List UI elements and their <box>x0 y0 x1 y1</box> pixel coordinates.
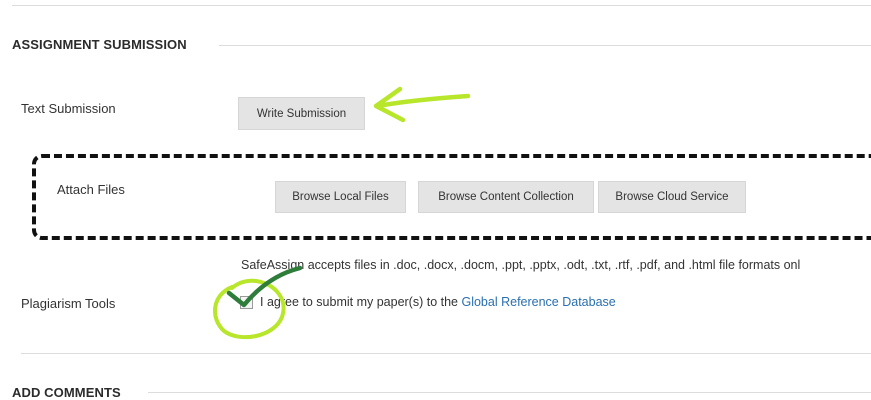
agree-statement: I agree to submit my paper(s) to the Glo… <box>260 295 616 309</box>
assignment-submission-heading: ASSIGNMENT SUBMISSION <box>12 37 187 52</box>
top-divider <box>12 5 871 6</box>
safeassign-file-formats-note: SafeAssign accepts files in .doc, .docx,… <box>241 258 801 272</box>
global-reference-database-link[interactable]: Global Reference Database <box>461 295 615 309</box>
plagiarism-tools-label: Plagiarism Tools <box>21 296 116 311</box>
agree-checkbox[interactable] <box>240 296 253 309</box>
add-comments-heading-rule <box>148 392 871 393</box>
agree-statement-text: I agree to submit my paper(s) to the <box>260 295 462 309</box>
text-submission-label: Text Submission <box>21 101 116 116</box>
browse-local-files-button[interactable]: Browse Local Files <box>275 181 406 213</box>
browse-cloud-service-button[interactable]: Browse Cloud Service <box>598 181 746 213</box>
comments-divider <box>21 353 871 354</box>
write-submission-button[interactable]: Write Submission <box>238 97 365 130</box>
assignment-submission-heading-rule <box>219 45 871 46</box>
attach-files-label: Attach Files <box>57 182 125 197</box>
add-comments-heading: ADD COMMENTS <box>12 385 121 400</box>
arrow-annotation-icon <box>373 86 471 123</box>
browse-content-collection-button[interactable]: Browse Content Collection <box>418 181 594 213</box>
